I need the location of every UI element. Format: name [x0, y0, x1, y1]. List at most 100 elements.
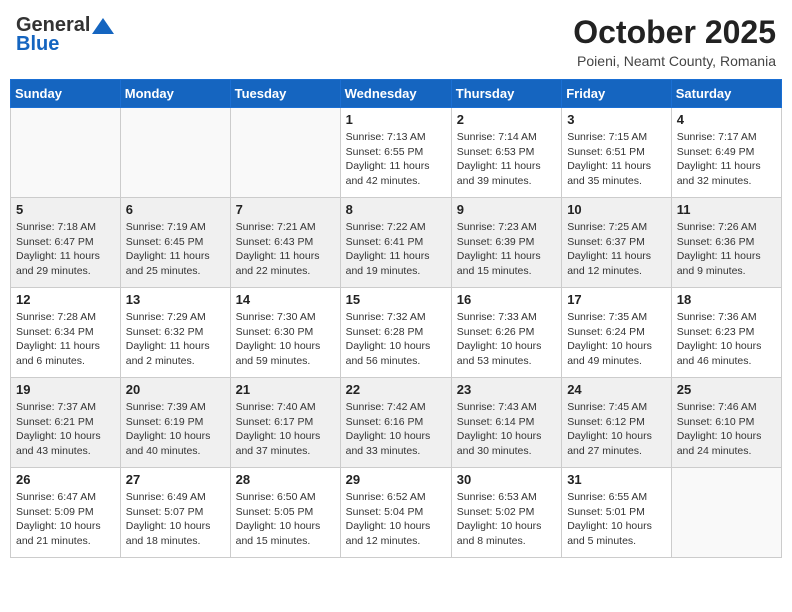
day-number: 22	[346, 382, 446, 397]
day-number: 15	[346, 292, 446, 307]
day-info: Sunrise: 7:36 AM Sunset: 6:23 PM Dayligh…	[677, 310, 776, 369]
day-number: 13	[126, 292, 225, 307]
day-number: 7	[236, 202, 335, 217]
day-info: Sunrise: 7:43 AM Sunset: 6:14 PM Dayligh…	[457, 400, 556, 459]
calendar-cell: 7 Sunrise: 7:21 AM Sunset: 6:43 PM Daylig…	[230, 198, 340, 288]
calendar-cell	[671, 468, 781, 558]
calendar-cell: 25 Sunrise: 7:46 AM Sunset: 6:10 PM Dayli…	[671, 378, 781, 468]
day-number: 16	[457, 292, 556, 307]
calendar-week-row: 1 Sunrise: 7:13 AM Sunset: 6:55 PM Daylig…	[11, 108, 782, 198]
day-info: Sunrise: 7:26 AM Sunset: 6:36 PM Dayligh…	[677, 220, 776, 279]
day-number: 30	[457, 472, 556, 487]
calendar-cell: 6 Sunrise: 7:19 AM Sunset: 6:45 PM Daylig…	[120, 198, 230, 288]
calendar-cell: 21 Sunrise: 7:40 AM Sunset: 6:17 PM Dayli…	[230, 378, 340, 468]
day-number: 8	[346, 202, 446, 217]
day-info: Sunrise: 7:22 AM Sunset: 6:41 PM Dayligh…	[346, 220, 446, 279]
day-number: 5	[16, 202, 115, 217]
day-number: 4	[677, 112, 776, 127]
weekday-header-monday: Monday	[120, 80, 230, 108]
day-number: 28	[236, 472, 335, 487]
calendar-cell	[230, 108, 340, 198]
calendar-cell: 1 Sunrise: 7:13 AM Sunset: 6:55 PM Daylig…	[340, 108, 451, 198]
title-area: October 2025 Poieni, Neamt County, Roman…	[573, 14, 776, 69]
day-number: 26	[16, 472, 115, 487]
logo-blue: Blue	[16, 33, 59, 56]
calendar-cell: 17 Sunrise: 7:35 AM Sunset: 6:24 PM Dayli…	[562, 288, 672, 378]
day-info: Sunrise: 7:15 AM Sunset: 6:51 PM Dayligh…	[567, 130, 666, 189]
calendar-cell: 18 Sunrise: 7:36 AM Sunset: 6:23 PM Dayli…	[671, 288, 781, 378]
day-info: Sunrise: 7:28 AM Sunset: 6:34 PM Dayligh…	[16, 310, 115, 369]
day-info: Sunrise: 6:55 AM Sunset: 5:01 PM Dayligh…	[567, 490, 666, 549]
calendar-cell: 15 Sunrise: 7:32 AM Sunset: 6:28 PM Dayli…	[340, 288, 451, 378]
day-info: Sunrise: 7:46 AM Sunset: 6:10 PM Dayligh…	[677, 400, 776, 459]
calendar-cell: 26 Sunrise: 6:47 AM Sunset: 5:09 PM Dayli…	[11, 468, 121, 558]
calendar-cell: 13Sunrise: 7:29 AM Sunset: 6:32 PM Dayli…	[120, 288, 230, 378]
day-number: 18	[677, 292, 776, 307]
day-info: Sunrise: 7:13 AM Sunset: 6:55 PM Dayligh…	[346, 130, 446, 189]
location-title: Poieni, Neamt County, Romania	[573, 53, 776, 69]
calendar-cell: 8 Sunrise: 7:22 AM Sunset: 6:41 PM Daylig…	[340, 198, 451, 288]
day-info: Sunrise: 7:37 AM Sunset: 6:21 PM Dayligh…	[16, 400, 115, 459]
day-info: Sunrise: 7:19 AM Sunset: 6:45 PM Dayligh…	[126, 220, 225, 279]
day-info: Sunrise: 6:50 AM Sunset: 5:05 PM Dayligh…	[236, 490, 335, 549]
day-info: Sunrise: 7:35 AM Sunset: 6:24 PM Dayligh…	[567, 310, 666, 369]
day-number: 3	[567, 112, 666, 127]
day-number: 29	[346, 472, 446, 487]
day-info: Sunrise: 7:33 AM Sunset: 6:26 PM Dayligh…	[457, 310, 556, 369]
weekday-header-thursday: Thursday	[451, 80, 561, 108]
day-info: Sunrise: 7:40 AM Sunset: 6:17 PM Dayligh…	[236, 400, 335, 459]
calendar-cell: 27 Sunrise: 6:49 AM Sunset: 5:07 PM Dayli…	[120, 468, 230, 558]
calendar-cell	[120, 108, 230, 198]
day-info: Sunrise: 6:53 AM Sunset: 5:02 PM Dayligh…	[457, 490, 556, 549]
day-number: 10	[567, 202, 666, 217]
calendar-cell: 4 Sunrise: 7:17 AM Sunset: 6:49 PM Daylig…	[671, 108, 781, 198]
day-number: 31	[567, 472, 666, 487]
day-info: Sunrise: 7:21 AM Sunset: 6:43 PM Dayligh…	[236, 220, 335, 279]
day-info: Sunrise: 7:30 AM Sunset: 6:30 PM Dayligh…	[236, 310, 335, 369]
calendar-cell: 23 Sunrise: 7:43 AM Sunset: 6:14 PM Dayli…	[451, 378, 561, 468]
calendar-cell: 30 Sunrise: 6:53 AM Sunset: 5:02 PM Dayli…	[451, 468, 561, 558]
calendar-cell: 3 Sunrise: 7:15 AM Sunset: 6:51 PM Daylig…	[562, 108, 672, 198]
day-info: Sunrise: 7:39 AM Sunset: 6:19 PM Dayligh…	[126, 400, 225, 459]
calendar-cell: 20 Sunrise: 7:39 AM Sunset: 6:19 PM Dayli…	[120, 378, 230, 468]
calendar-cell: 9Sunrise: 7:23 AM Sunset: 6:39 PM Daylig…	[451, 198, 561, 288]
day-number: 6	[126, 202, 225, 217]
day-number: 20	[126, 382, 225, 397]
calendar-cell: 14 Sunrise: 7:30 AM Sunset: 6:30 PM Dayli…	[230, 288, 340, 378]
day-number: 12	[16, 292, 115, 307]
day-info: Sunrise: 6:52 AM Sunset: 5:04 PM Dayligh…	[346, 490, 446, 549]
logo: General Blue	[16, 14, 116, 56]
day-number: 24	[567, 382, 666, 397]
day-number: 17	[567, 292, 666, 307]
weekday-header-sunday: Sunday	[11, 80, 121, 108]
day-number: 14	[236, 292, 335, 307]
day-number: 11	[677, 202, 776, 217]
day-info: Sunrise: 7:42 AM Sunset: 6:16 PM Dayligh…	[346, 400, 446, 459]
day-number: 9	[457, 202, 556, 217]
calendar-cell: 16 Sunrise: 7:33 AM Sunset: 6:26 PM Dayli…	[451, 288, 561, 378]
day-info: Sunrise: 6:47 AM Sunset: 5:09 PM Dayligh…	[16, 490, 115, 549]
calendar-cell: 11 Sunrise: 7:26 AM Sunset: 6:36 PM Dayli…	[671, 198, 781, 288]
weekday-header-row: SundayMondayTuesdayWednesdayThursdayFrid…	[11, 80, 782, 108]
calendar-week-row: 5 Sunrise: 7:18 AM Sunset: 6:47 PM Daylig…	[11, 198, 782, 288]
calendar-cell: 5 Sunrise: 7:18 AM Sunset: 6:47 PM Daylig…	[11, 198, 121, 288]
weekday-header-tuesday: Tuesday	[230, 80, 340, 108]
day-info: Sunrise: 7:25 AM Sunset: 6:37 PM Dayligh…	[567, 220, 666, 279]
day-number: 25	[677, 382, 776, 397]
day-info: Sunrise: 7:17 AM Sunset: 6:49 PM Dayligh…	[677, 130, 776, 189]
day-number: 21	[236, 382, 335, 397]
day-number: 27	[126, 472, 225, 487]
day-info: Sunrise: 7:45 AM Sunset: 6:12 PM Dayligh…	[567, 400, 666, 459]
calendar: SundayMondayTuesdayWednesdayThursdayFrid…	[10, 79, 782, 558]
weekday-header-wednesday: Wednesday	[340, 80, 451, 108]
day-info: Sunrise: 6:49 AM Sunset: 5:07 PM Dayligh…	[126, 490, 225, 549]
day-number: 1	[346, 112, 446, 127]
day-info: Sunrise: 7:18 AM Sunset: 6:47 PM Dayligh…	[16, 220, 115, 279]
day-number: 23	[457, 382, 556, 397]
calendar-week-row: 19Sunrise: 7:37 AM Sunset: 6:21 PM Dayli…	[11, 378, 782, 468]
calendar-cell	[11, 108, 121, 198]
day-info: Sunrise: 7:32 AM Sunset: 6:28 PM Dayligh…	[346, 310, 446, 369]
calendar-cell: 31 Sunrise: 6:55 AM Sunset: 5:01 PM Dayli…	[562, 468, 672, 558]
calendar-cell: 19Sunrise: 7:37 AM Sunset: 6:21 PM Dayli…	[11, 378, 121, 468]
weekday-header-saturday: Saturday	[671, 80, 781, 108]
